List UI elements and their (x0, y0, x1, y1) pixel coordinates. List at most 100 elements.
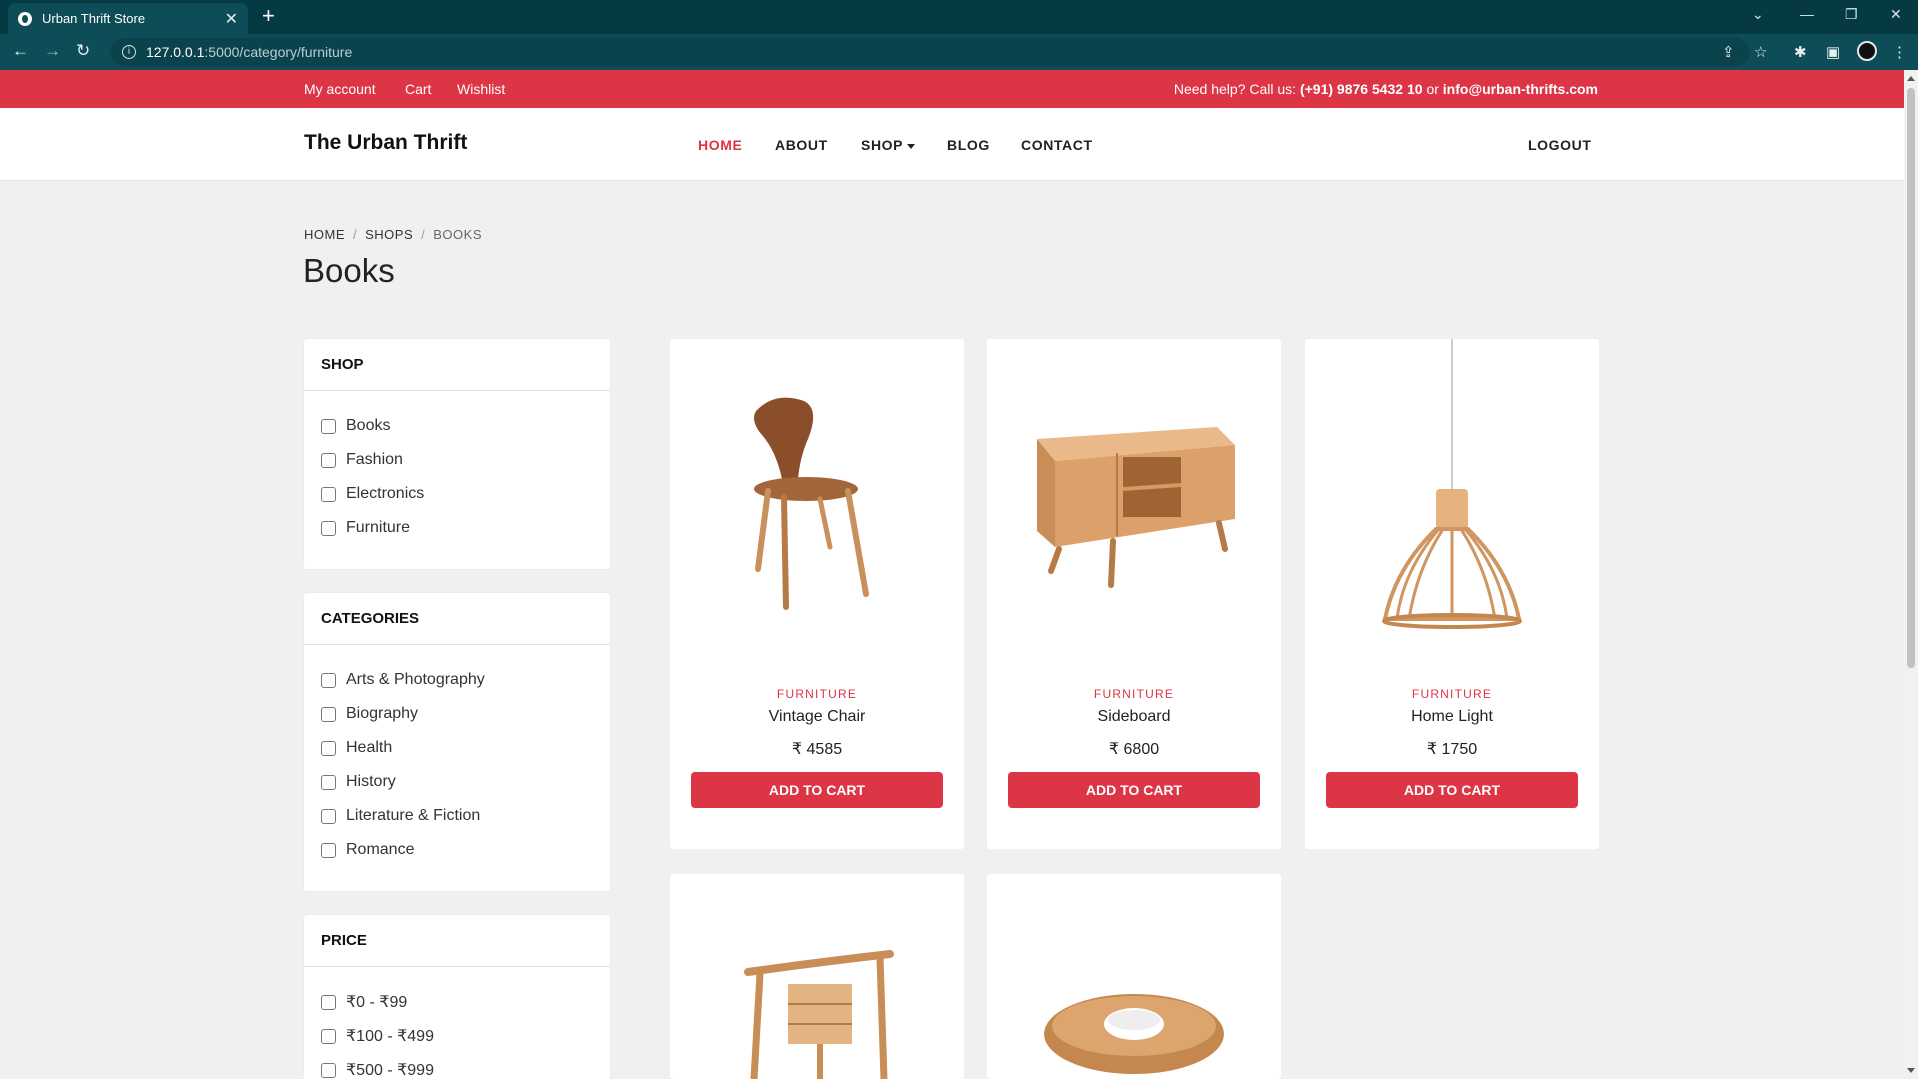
share-icon[interactable]: ⇪ (1722, 43, 1735, 61)
my-account-link[interactable]: My account (304, 81, 376, 97)
wishlist-link[interactable]: Wishlist (457, 81, 505, 97)
price-filter-100-499[interactable]: ₹100 - ₹499 (321, 1019, 593, 1053)
checkbox[interactable] (321, 774, 336, 790)
nav-shop[interactable]: SHOP (861, 137, 916, 153)
browser-tab[interactable]: Urban Thrift Store ✕ (8, 3, 248, 34)
bookmark-star-icon[interactable]: ☆ (1754, 43, 1767, 61)
category-filter-history[interactable]: History (321, 765, 593, 799)
nav-about[interactable]: ABOUT (775, 137, 828, 153)
shop-filter-title: SHOP (304, 339, 610, 391)
category-filter-arts[interactable]: Arts & Photography (321, 663, 593, 697)
checkbox[interactable] (321, 452, 336, 468)
filter-label: Fashion (346, 451, 403, 468)
breadcrumb-home[interactable]: HOME (304, 227, 345, 242)
categories-filter-title: CATEGORIES (304, 593, 610, 645)
price-filter-500-999[interactable]: ₹500 - ₹999 (321, 1053, 593, 1079)
filter-label: History (346, 773, 396, 790)
breadcrumb-separator: / (353, 227, 358, 242)
checkbox[interactable] (321, 418, 336, 434)
address-bar: ← → ↻ i 127.0.0.1:5000/category/furnitur… (0, 34, 1918, 70)
nav-contact[interactable]: CONTACT (1021, 137, 1093, 153)
shop-filter-electronics[interactable]: Electronics (321, 477, 593, 511)
back-icon[interactable]: ← (12, 42, 29, 60)
cart-link[interactable]: Cart (405, 81, 431, 97)
product-category[interactable]: FURNITURE (987, 687, 1281, 701)
add-to-cart-button[interactable]: ADD TO CART (1326, 772, 1578, 808)
nav-blog[interactable]: BLOG (947, 137, 990, 153)
help-contact: Need help? Call us: (+91) 9876 5432 10 o… (1174, 81, 1598, 97)
scroll-up-icon[interactable] (1907, 76, 1915, 81)
add-to-cart-button[interactable]: ADD TO CART (1008, 772, 1260, 808)
home-light-image[interactable] (1305, 339, 1599, 669)
wooden-bowl-image[interactable] (987, 874, 1281, 1079)
category-filter-literature[interactable]: Literature & Fiction (321, 799, 593, 833)
page-title: Books (303, 252, 395, 289)
side-panel-icon[interactable]: ▣ (1826, 43, 1840, 61)
tab-title: Urban Thrift Store (42, 11, 146, 26)
filter-label: Books (346, 417, 391, 434)
product-card[interactable] (987, 874, 1281, 1079)
filter-label: ₹0 - ₹99 (346, 994, 408, 1011)
product-card[interactable]: FURNITURE Vintage Chair ₹ 4585 ADD TO CA… (670, 339, 964, 849)
product-category[interactable]: FURNITURE (1305, 687, 1599, 701)
filter-label: Furniture (346, 519, 411, 536)
url-input[interactable]: i 127.0.0.1:5000/category/furniture (110, 38, 1750, 66)
product-name[interactable]: Vintage Chair (670, 708, 964, 726)
page-scrollbar[interactable] (1904, 70, 1918, 1079)
reload-icon[interactable]: ↻ (76, 42, 90, 60)
url-path: :5000/category/furniture (204, 44, 353, 60)
product-name[interactable]: Home Light (1305, 708, 1599, 726)
tab-close-icon[interactable]: ✕ (225, 9, 238, 29)
breadcrumb-separator: / (421, 227, 426, 242)
product-category[interactable]: FURNITURE (670, 687, 964, 701)
extensions-icon[interactable]: ✱ (1794, 43, 1807, 61)
product-card[interactable]: FURNITURE Sideboard ₹ 6800 ADD TO CART (987, 339, 1281, 849)
scrollbar-thumb[interactable] (1907, 88, 1915, 668)
checkbox[interactable] (321, 486, 336, 502)
browser-menu-icon[interactable]: ⋮ (1892, 43, 1907, 61)
product-name[interactable]: Sideboard (987, 708, 1281, 726)
checkbox[interactable] (321, 842, 336, 858)
brand-logo[interactable]: The Urban Thrift (304, 131, 467, 155)
checkbox[interactable] (321, 994, 336, 1010)
product-card[interactable]: FURNITURE Home Light ₹ 1750 ADD TO CART (1305, 339, 1599, 849)
nav-logout[interactable]: LOGOUT (1528, 137, 1591, 153)
site-info-icon[interactable]: i (122, 45, 136, 59)
price-filter-0-99[interactable]: ₹0 - ₹99 (321, 985, 593, 1019)
category-filter-health[interactable]: Health (321, 731, 593, 765)
vintage-chair-image[interactable] (670, 339, 964, 669)
help-email[interactable]: info@urban-thrifts.com (1443, 81, 1598, 97)
checkbox[interactable] (321, 706, 336, 722)
sideboard-image[interactable] (987, 339, 1281, 669)
url-host: 127.0.0.1 (146, 44, 205, 60)
new-tab-icon[interactable]: + (262, 5, 275, 27)
shop-filter-furniture[interactable]: Furniture (321, 511, 593, 545)
filter-label: Electronics (346, 485, 425, 502)
checkbox[interactable] (321, 1028, 336, 1044)
tab-search-icon[interactable]: ⌄ (1752, 6, 1764, 23)
forward-icon[interactable]: → (44, 42, 61, 60)
filter-label: ₹100 - ₹499 (346, 1028, 434, 1045)
help-phone[interactable]: (+91) 9876 5432 10 (1300, 81, 1423, 97)
filter-label: Literature & Fiction (346, 807, 481, 824)
shop-filter-books[interactable]: Books (321, 409, 593, 443)
close-window-icon[interactable]: ✕ (1890, 6, 1902, 23)
minimize-icon[interactable]: — (1800, 6, 1814, 22)
checkbox[interactable] (321, 520, 336, 536)
category-filter-romance[interactable]: Romance (321, 833, 593, 867)
nav-home[interactable]: HOME (698, 137, 742, 153)
add-to-cart-button[interactable]: ADD TO CART (691, 772, 943, 808)
checkbox[interactable] (321, 672, 336, 688)
armchair-image[interactable] (670, 874, 964, 1079)
breadcrumb-shops[interactable]: SHOPS (365, 227, 413, 242)
scroll-down-icon[interactable] (1907, 1068, 1915, 1073)
profile-avatar[interactable] (1857, 41, 1877, 61)
product-card[interactable] (670, 874, 964, 1079)
category-filter-biography[interactable]: Biography (321, 697, 593, 731)
checkbox[interactable] (321, 1062, 336, 1078)
shop-filter-fashion[interactable]: Fashion (321, 443, 593, 477)
checkbox[interactable] (321, 740, 336, 756)
restore-icon[interactable]: ❐ (1845, 6, 1858, 23)
nav-shop-label: SHOP (861, 137, 904, 153)
checkbox[interactable] (321, 808, 336, 824)
